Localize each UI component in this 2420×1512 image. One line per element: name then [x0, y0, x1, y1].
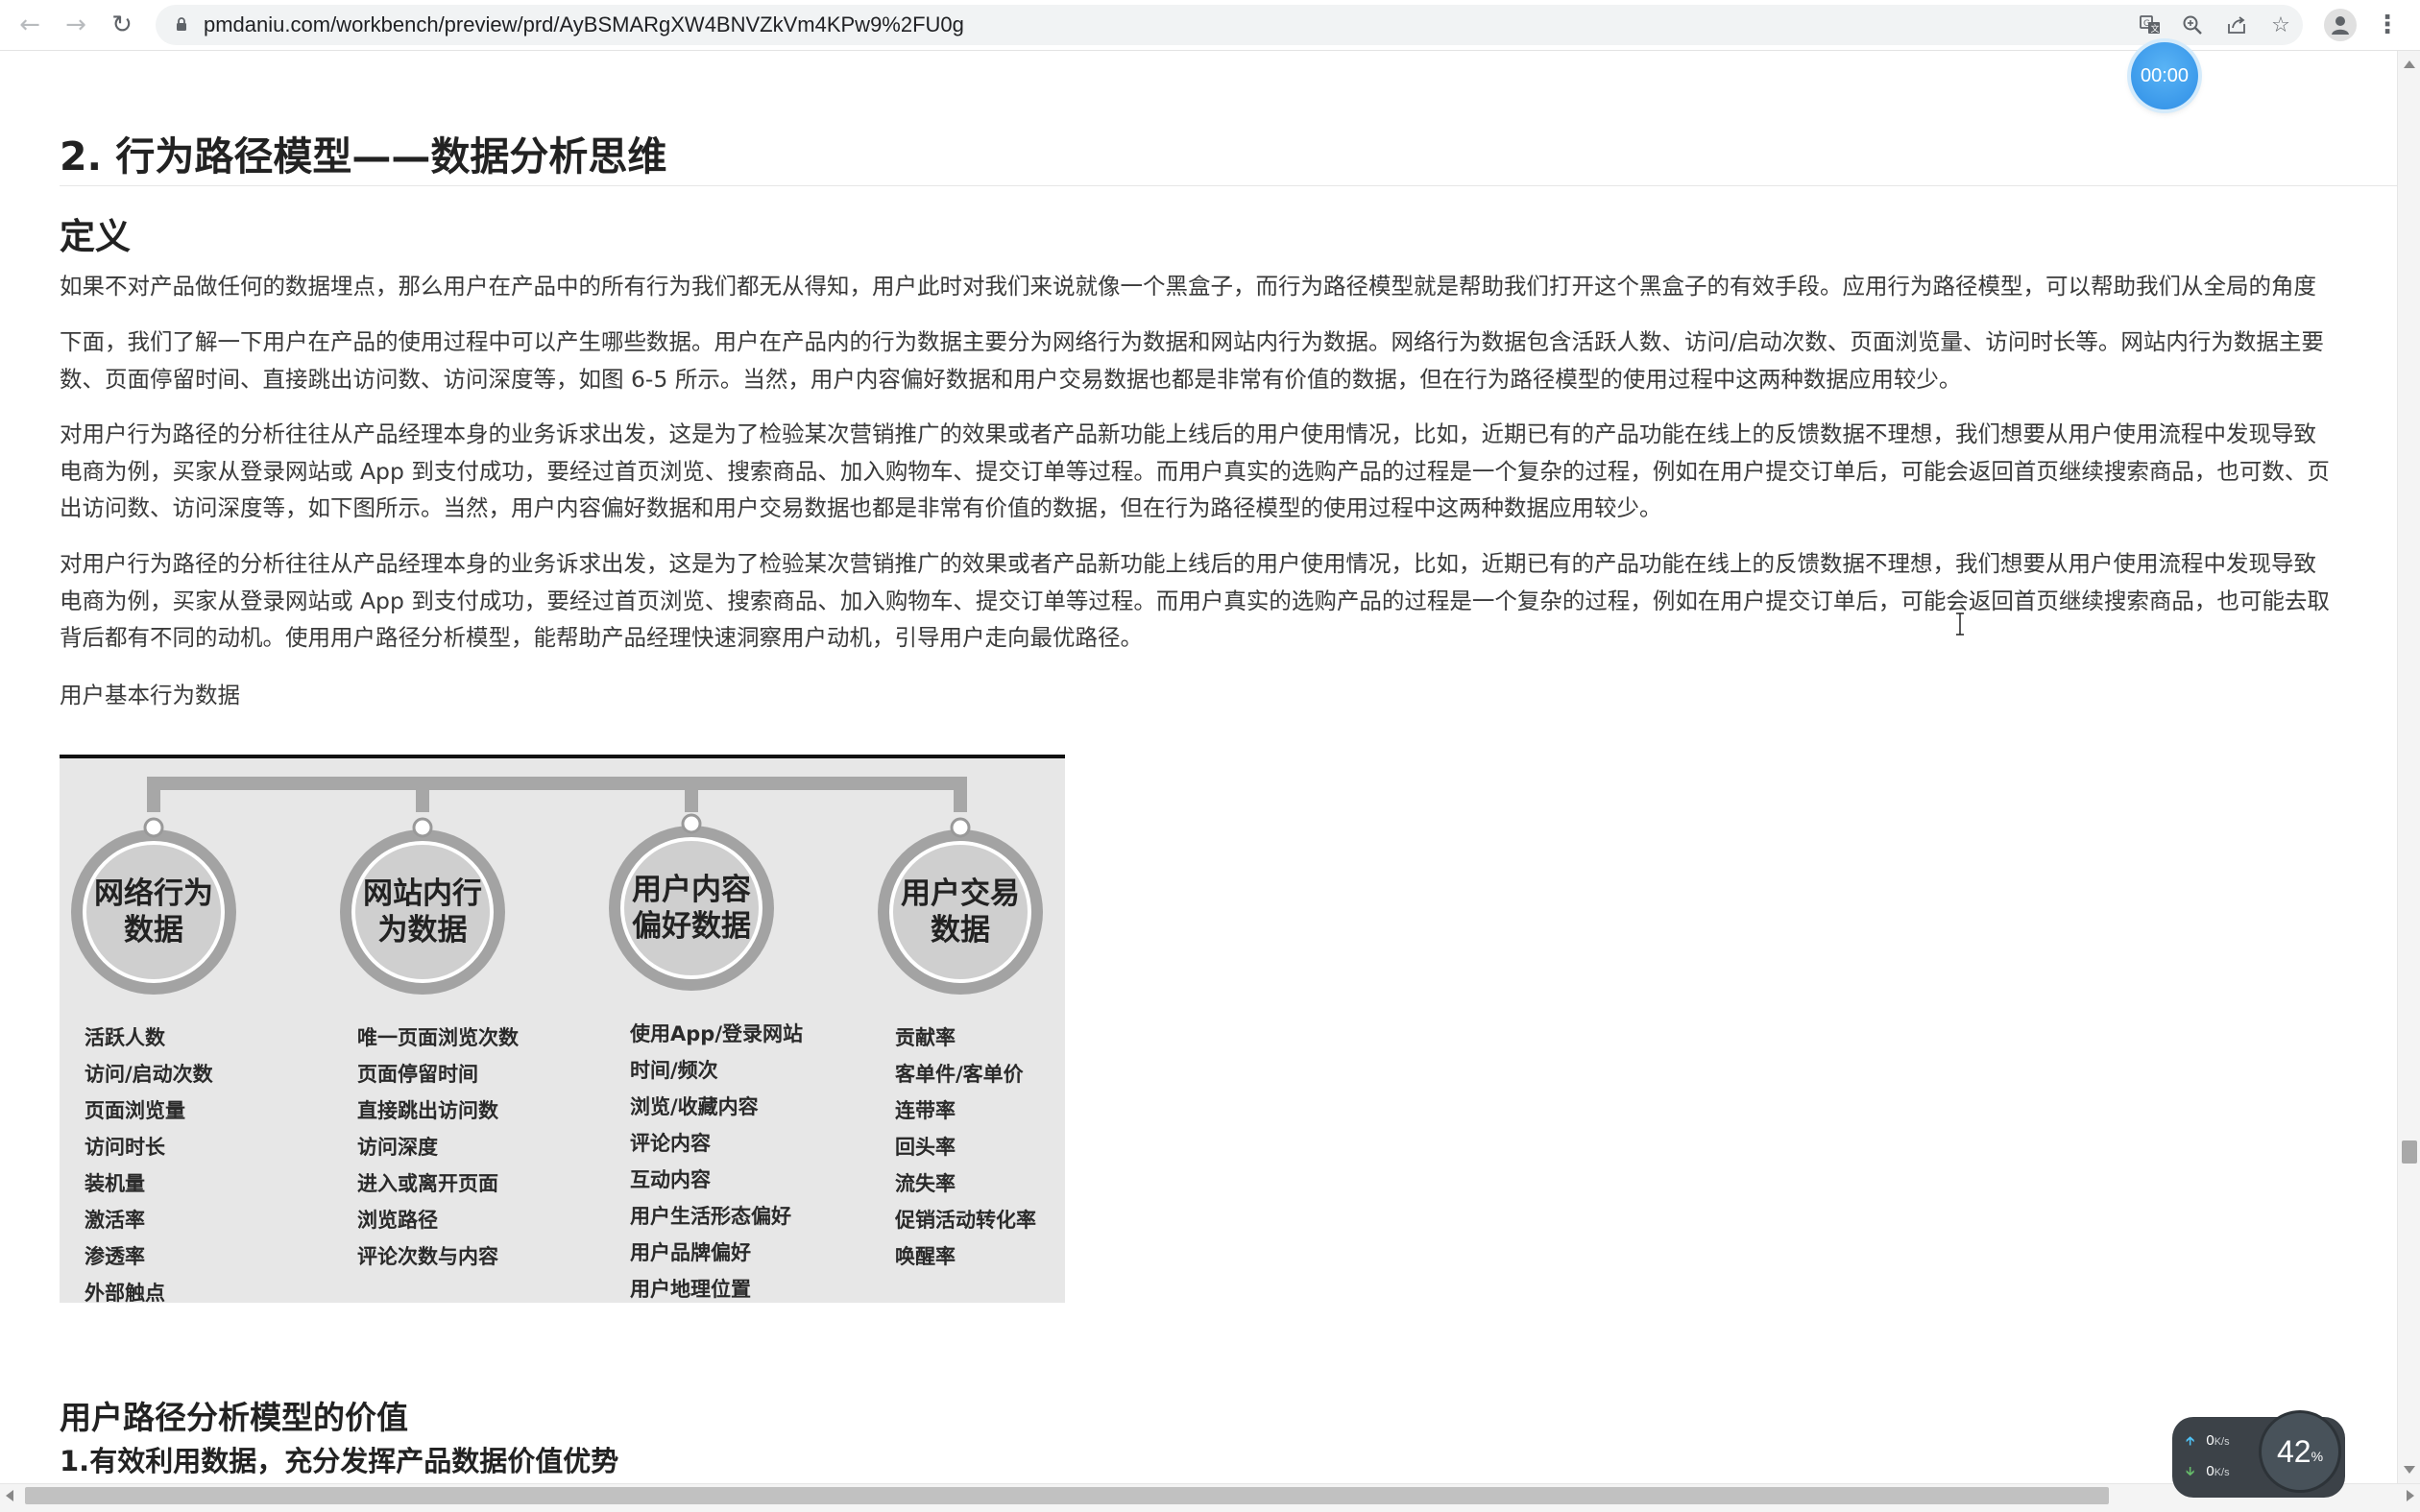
list-item: 流失率 [895, 1172, 956, 1195]
paragraph-line: 对用户行为路径的分析往往从产品经理本身的业务诉求出发，这是为了检验某次营销推广的… [60, 550, 2316, 577]
list-item: 唤醒率 [895, 1245, 956, 1268]
download-arrow-icon: 🡳 [2186, 1464, 2195, 1478]
vertical-scrollbar[interactable] [2397, 51, 2420, 1483]
scroll-up-arrow-icon[interactable] [2404, 60, 2415, 68]
list-item: 客单件/客单价 [895, 1063, 1024, 1086]
list-item: 用户生活形态偏好 [630, 1205, 791, 1228]
list-item: 激活率 [85, 1209, 145, 1232]
list-item: 浏览路径 [357, 1209, 438, 1232]
url-text[interactable]: pmdaniu.com/workbench/preview/prd/AyBSMA… [204, 5, 964, 45]
scrollbar-thumb[interactable] [25, 1487, 2109, 1504]
list-item: 渗透率 [85, 1245, 145, 1268]
list-item: 互动内容 [630, 1168, 711, 1191]
list-item: 进入或离开页面 [357, 1172, 498, 1195]
download-speed: 🡳 0K/s [2186, 1463, 2230, 1479]
paragraph: 对用户行为路径的分析往往从产品经理本身的业务诉求出发，这是为了检验某次营销推广的… [60, 545, 2397, 657]
category-items: 使用App/登录网站 时间/频次 浏览/收藏内容 评论内容 互动内容 用户生活形… [630, 1016, 803, 1303]
share-icon[interactable] [2224, 12, 2249, 37]
list-item: 贡献率 [895, 1026, 956, 1049]
forward-icon[interactable]: → [60, 9, 92, 41]
list-item: 用户品牌偏好 [630, 1241, 751, 1264]
list-item: 访问/启动次数 [85, 1063, 213, 1086]
paragraph: 下面，我们了解一下用户在产品的使用过程中可以产生哪些数据。用户在产品内的行为数据… [60, 324, 2397, 397]
paragraph-line: 数、页面停留时间、直接跳出访问数、访问深度等，如图 6-5 所示。当然，用户内容… [60, 365, 1962, 393]
category-title: 网站内行 为数据 [363, 876, 482, 948]
list-item: 连带率 [895, 1099, 956, 1122]
list-item: 浏览/收藏内容 [630, 1095, 759, 1118]
zoom-icon[interactable] [2180, 12, 2205, 37]
category-items: 活跃人数 访问/启动次数 页面浏览量 访问时长 装机量 激活率 渗透率 外部触点 [85, 1020, 213, 1303]
gauge-value: 42 [2276, 1433, 2311, 1469]
category-title: 用户交易 数据 [901, 876, 1020, 948]
list-item: 页面浏览量 [85, 1099, 185, 1122]
definition-heading: 定义 [60, 216, 131, 257]
section-title: 2. 行为路径模型——数据分析思维 [60, 133, 667, 180]
category-title: 用户内容 偏好数据 [632, 873, 751, 944]
upload-arrow-icon: 🡱 [2186, 1433, 2195, 1448]
menu-icon[interactable]: ⋮ [2375, 9, 2400, 41]
usage-gauge[interactable]: 42% [2259, 1410, 2341, 1493]
category-items: 唯一页面浏览次数 页面停留时间 直接跳出访问数 访问深度 进入或离开页面 浏览路… [357, 1020, 519, 1275]
behavior-data-figure: 网络行为 数据 网站内行 为数据 用户内容 偏好数据 用户交易 数据 活跃人数 … [60, 755, 1065, 1303]
paragraph-line: 下面，我们了解一下用户在产品的使用过程中可以产生哪些数据。用户在产品内的行为数据… [60, 328, 2324, 355]
document-content: 2. 行为路径模型——数据分析思维 定义 如果不对产品做任何的数据埋点，那么用户… [0, 51, 2397, 1483]
translate-icon[interactable]: G文 [2138, 12, 2163, 37]
list-item: 访问时长 [85, 1136, 165, 1159]
paragraph-line: 电商为例，买家从登录网站或 App 到支付成功，要经过首页浏览、搜索商品、加入购… [60, 587, 2330, 614]
paragraph: 如果不对产品做任何的数据埋点，那么用户在产品中的所有行为我们都无从得知，用户此时… [60, 268, 2397, 305]
list-item: 促销活动转化率 [895, 1209, 1036, 1232]
section-subheading: 1.有效利用数据，充分发挥产品数据价值优势 [60, 1445, 619, 1477]
gauge-unit: % [2311, 1449, 2324, 1464]
list-item: 评论内容 [630, 1132, 711, 1155]
back-icon[interactable]: ← [13, 9, 46, 41]
list-item: 唯一页面浏览次数 [357, 1026, 519, 1049]
browser-toolbar: ← → ↻ pmdaniu.com/workbench/preview/prd/… [0, 0, 2420, 51]
paragraph-line: 出访问数、访问深度等，如下图所示。当然，用户内容偏好数据和用户交易数据也都是非常… [60, 494, 1662, 521]
profile-icon[interactable] [2324, 9, 2357, 41]
list-item: 访问深度 [357, 1136, 438, 1159]
svg-text:文: 文 [2151, 23, 2160, 35]
heading-divider [60, 185, 2397, 186]
figure-caption: 用户基本行为数据 [60, 682, 240, 708]
scroll-left-arrow-icon[interactable] [6, 1490, 13, 1501]
list-item: 时间/频次 [630, 1059, 718, 1082]
horizontal-scrollbar[interactable] [0, 1483, 2420, 1512]
reload-icon[interactable]: ↻ [106, 9, 138, 41]
paragraph-line: 电商为例，买家从登录网站或 App 到支付成功，要经过首页浏览、搜索商品、加入购… [60, 457, 2330, 485]
address-bar[interactable]: pmdaniu.com/workbench/preview/prd/AyBSMA… [156, 5, 2303, 45]
bookmark-star-icon[interactable]: ☆ [2268, 12, 2293, 37]
list-item: 装机量 [85, 1172, 145, 1195]
paragraph: 对用户行为路径的分析往往从产品经理本身的业务诉求出发，这是为了检验某次营销推广的… [60, 416, 2397, 527]
paragraph-line: 如果不对产品做任何的数据埋点，那么用户在产品中的所有行为我们都无从得知，用户此时… [60, 273, 2316, 300]
lock-icon [177, 17, 186, 31]
list-item: 外部触点 [85, 1282, 165, 1303]
list-item: 页面停留时间 [357, 1063, 478, 1086]
upload-speed: 🡱 0K/s [2186, 1432, 2230, 1449]
paragraph-line: 对用户行为路径的分析往往从产品经理本身的业务诉求出发，这是为了检验某次营销推广的… [60, 420, 2316, 447]
category-items: 贡献率 客单件/客单价 连带率 回头率 流失率 促销活动转化率 唤醒率 [895, 1020, 1036, 1275]
list-item: 回头率 [895, 1136, 956, 1159]
list-item: 使用App/登录网站 [630, 1022, 803, 1045]
timer-badge[interactable]: 00:00 [2131, 42, 2198, 109]
section-heading: 用户路径分析模型的价值 [60, 1399, 408, 1436]
list-item: 活跃人数 [85, 1026, 165, 1049]
scrollbar-thumb[interactable] [2402, 1140, 2417, 1164]
scroll-down-arrow-icon[interactable] [2404, 1466, 2415, 1474]
paragraph-line: 背后都有不同的动机。使用用户路径分析模型，能帮助产品经理快速洞察用户动机，引导用… [60, 624, 1143, 651]
list-item: 评论次数与内容 [357, 1245, 498, 1268]
list-item: 用户地理位置 [630, 1278, 751, 1301]
category-title: 网络行为 数据 [94, 876, 213, 948]
text-cursor-icon [1956, 612, 1964, 636]
scroll-right-arrow-icon[interactable] [2407, 1490, 2414, 1501]
list-item: 直接跳出访问数 [357, 1099, 498, 1122]
